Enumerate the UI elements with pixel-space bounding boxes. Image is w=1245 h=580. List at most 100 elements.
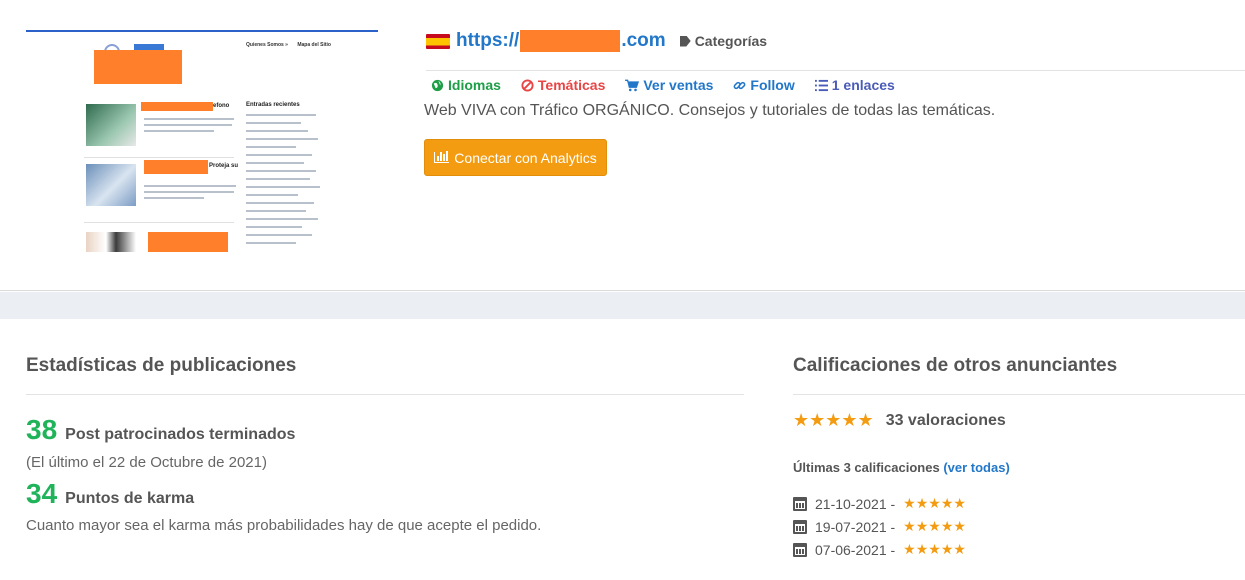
posts-count: 38 [26, 414, 58, 445]
list-ordered-icon [814, 79, 828, 91]
ban-icon [521, 78, 534, 92]
preview-post-title: Proteja su [209, 163, 239, 169]
preview-sidebar-line [246, 234, 312, 236]
tag-icon [679, 35, 691, 47]
preview-sidebar-line [246, 154, 312, 156]
link-icon [734, 81, 746, 89]
posts-stat: 38 Post patrocinados terminados [26, 414, 295, 446]
calendar-icon [793, 496, 807, 511]
karma-count: 34 [26, 478, 58, 509]
bar-chart-icon [434, 151, 450, 163]
review-item: 19-07-2021 - ★★★★★ [793, 518, 966, 535]
preview-thumb [86, 164, 136, 206]
follow-label: Follow [750, 77, 795, 93]
see-all-link[interactable]: (ver todas) [943, 460, 1009, 475]
last-ratings-label: Últimas 3 calificaciones [793, 460, 940, 475]
site-url-link[interactable]: https:// .com [456, 30, 666, 52]
redaction-box [94, 50, 182, 84]
preview-sidebar-line [246, 194, 298, 196]
site-links-row: Idiomas Temáticas Ver ventas Follow 1 en… [431, 77, 895, 93]
tematicas-link[interactable]: Temáticas [521, 77, 605, 93]
preview-sidebar-line [246, 146, 296, 148]
site-description: Web VIVA con Tráfico ORGÁNICO. Consejos … [424, 102, 996, 119]
preview-text-line [144, 118, 234, 120]
preview-post-title: efono [213, 103, 230, 109]
preview-text-line [144, 191, 234, 193]
review-date: 19-07-2021 - [815, 518, 896, 535]
globe-icon [431, 79, 444, 91]
preview-sidebar-line [246, 114, 316, 116]
section-divider-band [0, 292, 1245, 319]
preview-sidebar-line [246, 178, 310, 180]
url-suffix: .com [621, 30, 666, 51]
preview-sidebar-line [246, 122, 301, 124]
calendar-icon [793, 519, 807, 534]
enlaces-link[interactable]: 1 enlaces [814, 77, 895, 93]
divider [26, 394, 744, 395]
preview-text-line [144, 185, 236, 187]
preview-menu-item: Quienes Somos » [246, 42, 288, 48]
stats-title: Estadísticas de publicaciones [26, 355, 297, 376]
redaction-box [141, 102, 213, 111]
preview-sidebar-line [246, 210, 306, 212]
calendar-icon [793, 542, 807, 557]
preview-sidebar-line [246, 130, 308, 132]
preview-thumb [86, 104, 136, 146]
preview-separator [84, 222, 234, 223]
ratings-title: Calificaciones de otros anunciantes [793, 355, 1118, 376]
rating-summary: ★★★★★ 33 valoraciones [793, 410, 1006, 431]
preview-separator [84, 157, 234, 158]
posts-label: Post patrocinados terminados [65, 426, 296, 443]
site-preview-image[interactable]: Quienes Somos » Mapa del Sitio efono Pro… [26, 30, 378, 252]
site-header-section: Quienes Somos » Mapa del Sitio efono Pro… [0, 0, 1245, 291]
preview-thumb [86, 232, 136, 252]
preview-sidebar-line [246, 202, 314, 204]
review-item: 07-06-2021 - ★★★★★ [793, 541, 966, 558]
karma-label: Puntos de karma [65, 490, 195, 507]
review-stars: ★★★★★ [903, 518, 966, 534]
preview-sidebar-title: Entradas recientes [246, 102, 300, 108]
karma-stat: 34 Puntos de karma [26, 478, 194, 510]
preview-text-line [144, 124, 232, 126]
follow-link[interactable]: Follow [733, 77, 795, 93]
preview-sidebar-line [246, 186, 320, 188]
shopping-cart-icon [625, 79, 640, 91]
review-stars: ★★★★★ [903, 495, 966, 511]
review-item: 21-10-2021 - ★★★★★ [793, 495, 966, 512]
categories-label: Categorías [694, 33, 768, 49]
enlaces-label: 1 enlaces [831, 77, 895, 93]
redaction-box [520, 30, 621, 52]
spain-flag-icon [426, 33, 450, 49]
preview-menu-item: Mapa del Sitio [297, 42, 331, 48]
ratings-count: 33 valoraciones [885, 411, 1006, 429]
preview-sidebar-line [246, 218, 318, 220]
preview-sidebar-line [246, 242, 296, 244]
last-ratings-heading: Últimas 3 calificaciones (ver todas) [793, 460, 1010, 475]
karma-note: Cuanto mayor sea el karma más probabilid… [26, 517, 542, 534]
divider [426, 70, 1245, 71]
review-date: 21-10-2021 - [815, 495, 896, 512]
ver-ventas-label: Ver ventas [643, 77, 714, 93]
preview-sidebar-line [246, 226, 302, 228]
connect-analytics-label: Conectar con Analytics [454, 149, 597, 166]
star-rating-icon: ★★★★★ [793, 410, 874, 430]
connect-analytics-button[interactable]: Conectar con Analytics [424, 139, 607, 176]
preview-text-line [144, 197, 204, 199]
review-stars: ★★★★★ [903, 541, 966, 557]
preview-sidebar-line [246, 138, 318, 140]
last-post-date: (El último el 22 de Octubre de 2021) [26, 454, 267, 471]
ver-ventas-link[interactable]: Ver ventas [625, 77, 713, 93]
preview-text-line [144, 130, 214, 132]
tematicas-label: Temáticas [537, 77, 606, 93]
redaction-box [144, 160, 208, 174]
idiomas-link[interactable]: Idiomas [431, 77, 501, 93]
redaction-box [148, 232, 228, 252]
preview-sidebar-line [246, 162, 304, 164]
categories-link[interactable]: Categorías [679, 33, 768, 49]
review-date: 07-06-2021 - [815, 541, 896, 558]
url-prefix: https:// [456, 30, 520, 51]
site-title-row: https:// .com Categorías [426, 29, 767, 53]
idiomas-label: Idiomas [448, 77, 501, 93]
divider [793, 394, 1245, 395]
preview-sidebar-line [246, 170, 316, 172]
